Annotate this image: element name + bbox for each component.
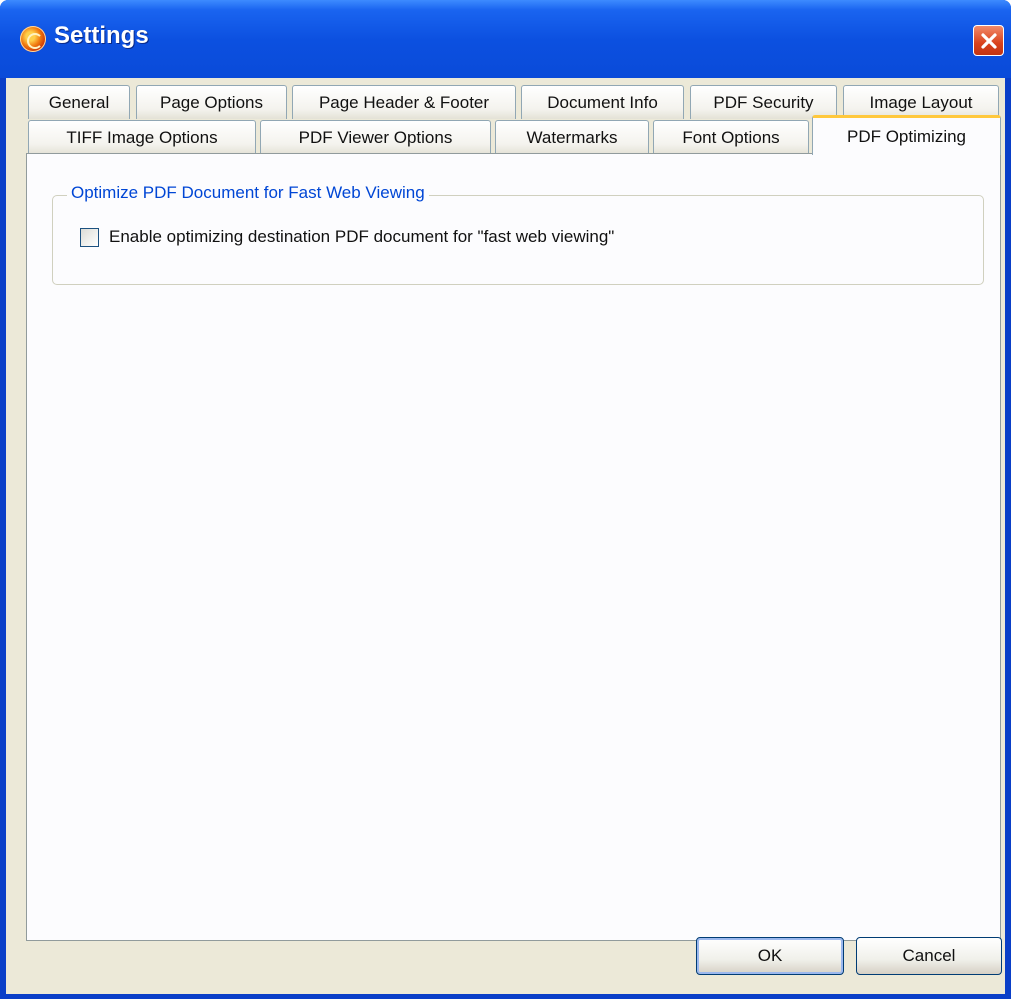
- groupbox-title: Optimize PDF Document for Fast Web Viewi…: [67, 183, 429, 203]
- tab-general[interactable]: General: [28, 85, 130, 119]
- tab-pdf-viewer-options[interactable]: PDF Viewer Options: [260, 120, 491, 154]
- fast-web-view-label[interactable]: Enable optimizing destination PDF docume…: [109, 227, 614, 247]
- close-icon: [980, 32, 997, 49]
- settings-window: Settings General Page Options Page Heade…: [0, 0, 1011, 999]
- app-logo-icon: [20, 26, 46, 52]
- cancel-button[interactable]: Cancel: [856, 937, 1002, 975]
- tab-image-layout[interactable]: Image Layout: [843, 85, 999, 119]
- tab-font-options[interactable]: Font Options: [653, 120, 809, 154]
- tab-pdf-security[interactable]: PDF Security: [690, 85, 837, 119]
- dialog-body: General Page Options Page Header & Foote…: [6, 78, 1005, 994]
- tab-page-options[interactable]: Page Options: [136, 85, 287, 119]
- tab-pdf-optimizing[interactable]: PDF Optimizing: [812, 115, 1001, 155]
- window-title: Settings: [54, 22, 149, 49]
- tab-tiff-image-options[interactable]: TIFF Image Options: [28, 120, 256, 154]
- tab-document-info[interactable]: Document Info: [521, 85, 684, 119]
- fast-web-view-option[interactable]: Enable optimizing destination PDF docume…: [80, 227, 614, 247]
- close-button[interactable]: [973, 25, 1004, 56]
- tab-watermarks[interactable]: Watermarks: [495, 120, 649, 154]
- tab-panel-pdf-optimizing: Optimize PDF Document for Fast Web Viewi…: [26, 153, 1001, 941]
- ok-button[interactable]: OK: [696, 937, 844, 975]
- tab-page-header-footer[interactable]: Page Header & Footer: [292, 85, 516, 119]
- fast-web-view-checkbox[interactable]: [80, 227, 99, 247]
- title-bar[interactable]: Settings: [0, 0, 1011, 78]
